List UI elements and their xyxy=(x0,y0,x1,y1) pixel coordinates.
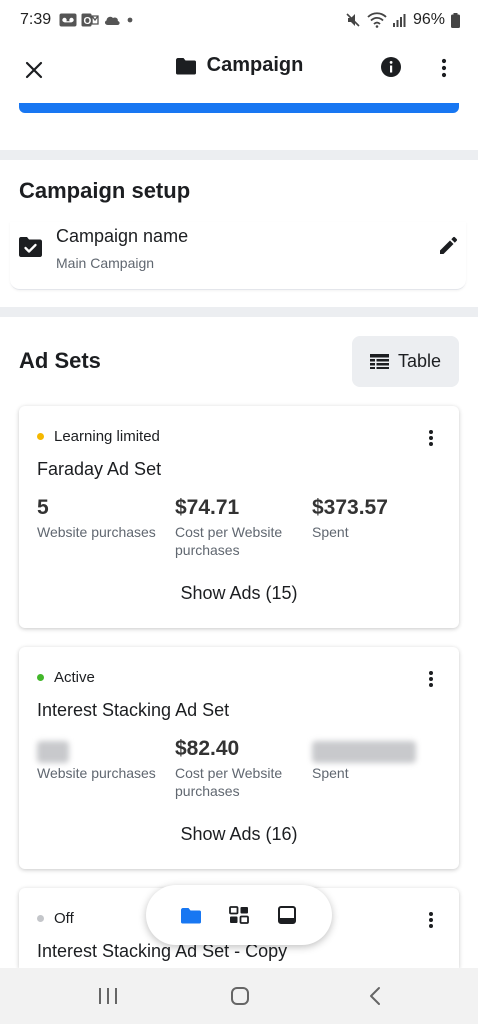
status-right: 96% xyxy=(345,11,460,29)
back-icon xyxy=(370,987,380,1005)
ad-set-status: Off xyxy=(37,910,74,927)
info-button[interactable] xyxy=(380,56,404,80)
svg-text:O: O xyxy=(84,16,92,27)
status-label: Off xyxy=(54,910,74,927)
grid-icon xyxy=(229,906,249,924)
folder-icon xyxy=(181,907,201,923)
wifi-icon xyxy=(367,12,387,28)
ads-level-button[interactable] xyxy=(275,903,299,927)
page-title: Campaign xyxy=(206,54,304,76)
ad-set-card[interactable]: Learning limited Faraday Ad Set 5 Websit… xyxy=(19,406,459,628)
metric-cost-per-purchase: $74.71 Cost per Website purchases xyxy=(175,496,300,559)
more-vert-icon xyxy=(429,671,433,687)
redacted-blur xyxy=(37,741,69,763)
metric-purchases: Website purchases xyxy=(37,737,167,782)
mute-icon xyxy=(346,13,360,27)
voicemail-icon xyxy=(59,13,77,27)
more-vert-icon xyxy=(429,912,433,928)
close-icon xyxy=(25,61,43,79)
campaign-name-row[interactable]: Campaign name Main Campaign xyxy=(10,222,466,290)
pencil-icon xyxy=(440,236,458,254)
battery-percent: 96% xyxy=(412,11,445,28)
close-button[interactable] xyxy=(20,56,48,84)
section-divider xyxy=(0,150,478,160)
primary-button-edge[interactable] xyxy=(19,103,459,113)
ad-set-status: Learning limited xyxy=(37,428,160,445)
metric-label: Spent xyxy=(312,524,349,540)
edit-campaign-name-button[interactable] xyxy=(438,236,462,260)
section-divider xyxy=(0,307,478,317)
app-title-group: Campaign xyxy=(0,54,478,77)
metric-label: Website purchases xyxy=(37,765,156,781)
more-options-button[interactable] xyxy=(432,56,456,80)
back-button[interactable] xyxy=(360,981,390,1011)
table-button-label: Table xyxy=(397,351,442,371)
dot-icon xyxy=(127,17,133,23)
home-icon xyxy=(231,987,249,1005)
status-bar: 7:39 O 96% xyxy=(0,0,478,40)
recents-icon xyxy=(99,988,117,1004)
signal-icon xyxy=(392,14,406,27)
metric-cost-per-purchase: $82.40 Cost per Website purchases xyxy=(175,737,300,800)
status-label: Learning limited xyxy=(54,428,160,445)
info-icon xyxy=(381,57,401,77)
campaign-name-value: Main Campaign xyxy=(56,255,155,271)
table-view-button[interactable]: Table xyxy=(352,336,459,387)
metric-value-redacted xyxy=(37,737,167,763)
ad-set-name: Interest Stacking Ad Set xyxy=(37,700,230,720)
cloud-icon xyxy=(105,16,120,25)
metric-label: Cost per Website purchases xyxy=(175,524,283,558)
show-ads-button[interactable]: Show Ads (16) xyxy=(19,824,459,845)
more-vert-icon xyxy=(429,430,433,446)
metric-value: $74.71 xyxy=(175,496,240,519)
show-ads-button[interactable]: Show Ads (15) xyxy=(19,583,459,604)
campaign-setup-heading: Campaign setup xyxy=(19,178,191,203)
outlook-icon: O xyxy=(81,13,99,27)
metric-value: $82.40 xyxy=(175,737,240,760)
folder-check-icon xyxy=(19,237,42,257)
notification-icons: O xyxy=(59,13,135,27)
ad-set-more-button[interactable] xyxy=(419,667,443,691)
metric-spent: Spent xyxy=(312,737,442,782)
redacted-blur xyxy=(312,741,416,763)
more-vert-icon xyxy=(441,58,447,78)
ad-set-more-button[interactable] xyxy=(419,908,443,932)
metric-value-redacted xyxy=(312,737,442,763)
app-bar: Campaign xyxy=(0,40,478,96)
metric-value: 5 xyxy=(37,496,49,519)
system-nav-bar xyxy=(0,968,478,1024)
ad-set-name: Faraday Ad Set xyxy=(37,459,162,479)
status-dot xyxy=(37,674,44,681)
status-time: 7:39 xyxy=(20,11,52,28)
ad-sets-level-button[interactable] xyxy=(227,903,251,927)
campaign-level-button[interactable] xyxy=(179,903,203,927)
recents-button[interactable] xyxy=(93,981,123,1011)
metric-purchases: 5 Website purchases xyxy=(37,496,167,541)
ad-set-more-button[interactable] xyxy=(419,426,443,450)
status-dot xyxy=(37,433,44,440)
ad-preview-icon xyxy=(278,906,296,924)
metric-label: Website purchases xyxy=(37,524,156,540)
level-switcher xyxy=(146,885,332,945)
ad-set-card[interactable]: Active Interest Stacking Ad Set Website … xyxy=(19,647,459,869)
status-dot xyxy=(37,915,44,922)
battery-icon xyxy=(451,12,460,28)
metric-label: Cost per Website purchases xyxy=(175,765,283,799)
home-button[interactable] xyxy=(225,981,255,1011)
metric-spent: $373.57 Spent xyxy=(312,496,442,541)
status-label: Active xyxy=(54,669,95,686)
table-icon xyxy=(369,354,389,369)
ad-sets-heading: Ad Sets xyxy=(19,348,101,373)
campaign-name-label: Campaign name xyxy=(56,226,189,246)
metric-label: Spent xyxy=(312,765,349,781)
metric-value: $373.57 xyxy=(312,496,388,519)
folder-icon xyxy=(175,57,196,74)
ad-set-status: Active xyxy=(37,669,95,686)
